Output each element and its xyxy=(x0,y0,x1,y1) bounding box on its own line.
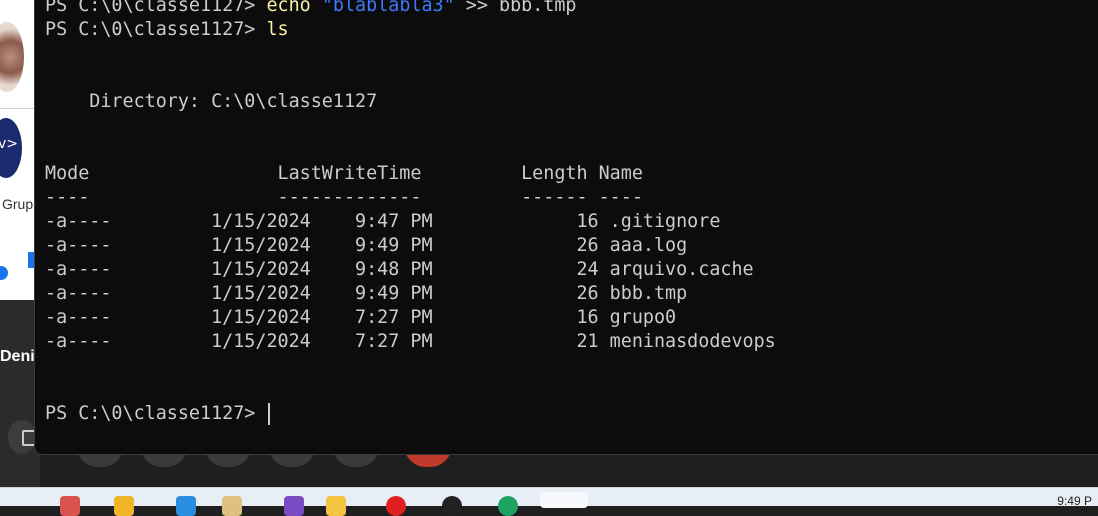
command: echo xyxy=(266,0,311,16)
listing-row: -a---- 1/15/2024 9:47 PM 16 .gitignore xyxy=(45,211,721,232)
folder-icon[interactable] xyxy=(114,496,134,516)
chrome-red-icon[interactable] xyxy=(386,496,406,516)
prompt: PS C:\0\classe1127> xyxy=(45,19,267,40)
status-dot-icon xyxy=(0,266,8,280)
logo-text: v> xyxy=(0,136,19,152)
terminal-line-ls: PS C:\0\classe1127> ls xyxy=(45,18,289,42)
active-task-button[interactable] xyxy=(540,492,588,508)
prompt: PS C:\0\classe1127> xyxy=(45,403,267,424)
terminal-line-prompt: PS C:\0\classe1127> xyxy=(45,402,271,426)
string-arg: "blablabla3" xyxy=(321,0,455,16)
notes-icon[interactable] xyxy=(326,496,346,516)
listing-row: -a---- 1/15/2024 9:48 PM 24 arquivo.cach… xyxy=(45,259,754,280)
listing-row: -a---- 1/15/2024 9:49 PM 26 bbb.tmp xyxy=(45,283,688,304)
listing-underlines: ---- ------------- ------ ---- xyxy=(45,187,643,208)
group-label: Grup xyxy=(2,196,34,212)
listing-row: -a---- 1/15/2024 7:27 PM 21 meninasdodev… xyxy=(45,331,776,352)
app-icon[interactable] xyxy=(60,496,80,516)
github-icon[interactable] xyxy=(442,496,462,516)
vs-icon[interactable] xyxy=(284,496,304,516)
participant-name: Deni xyxy=(0,348,35,365)
listing-row: -a---- 1/15/2024 9:49 PM 26 aaa.log xyxy=(45,235,688,256)
powershell-terminal[interactable]: PS C:\0\classe1127> echo "blablabla3" >>… xyxy=(34,0,1098,455)
command: ls xyxy=(266,19,289,40)
terminal-line-echo: PS C:\0\classe1127> echo "blablabla3" >>… xyxy=(45,0,577,18)
edge-icon[interactable] xyxy=(176,496,196,516)
chrome-green-icon[interactable] xyxy=(498,496,518,516)
prompt: PS C:\0\classe1127> xyxy=(45,0,267,16)
command-args: >> bbb.tmp xyxy=(454,0,577,16)
taskbar: 9:49 P xyxy=(0,487,1098,516)
listing-row: -a---- 1/15/2024 7:27 PM 16 grupo0 xyxy=(45,307,677,328)
directory-line: Directory: C:\0\classe1127 xyxy=(45,91,378,112)
profile-image[interactable] xyxy=(0,22,24,92)
clock[interactable]: 9:49 P xyxy=(1057,494,1092,508)
listing-headers: Mode LastWriteTime Length Name xyxy=(45,163,643,184)
explorer-icon[interactable] xyxy=(222,496,242,516)
text-cursor xyxy=(268,403,271,425)
